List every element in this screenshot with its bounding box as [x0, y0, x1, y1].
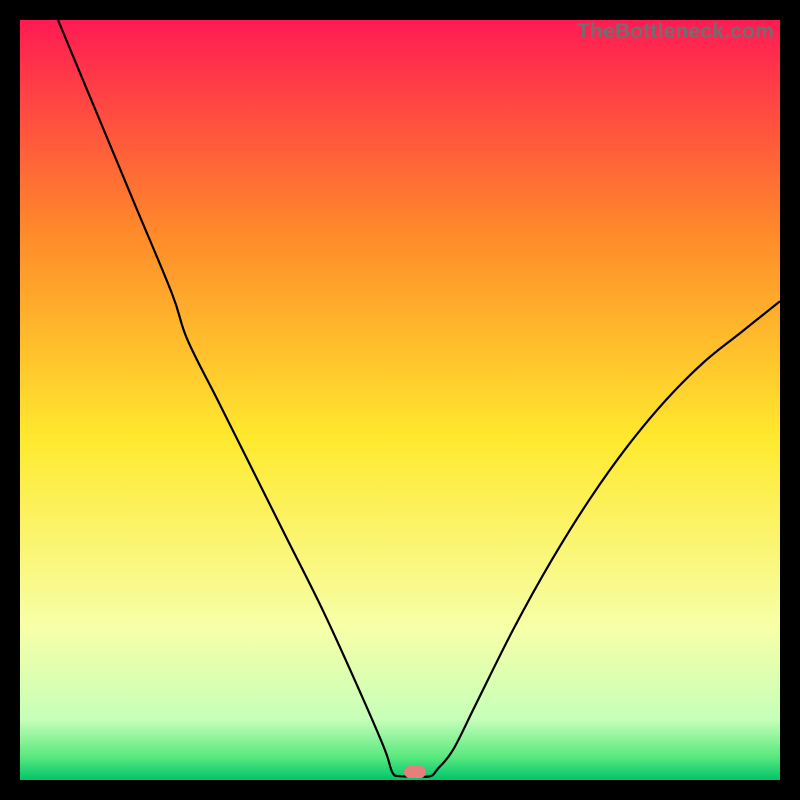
curve-layer	[20, 20, 780, 780]
bottleneck-curve	[58, 20, 780, 777]
optimal-marker	[404, 766, 426, 778]
chart-frame: TheBottleneck.com	[0, 0, 800, 800]
plot-area: TheBottleneck.com	[20, 20, 780, 780]
